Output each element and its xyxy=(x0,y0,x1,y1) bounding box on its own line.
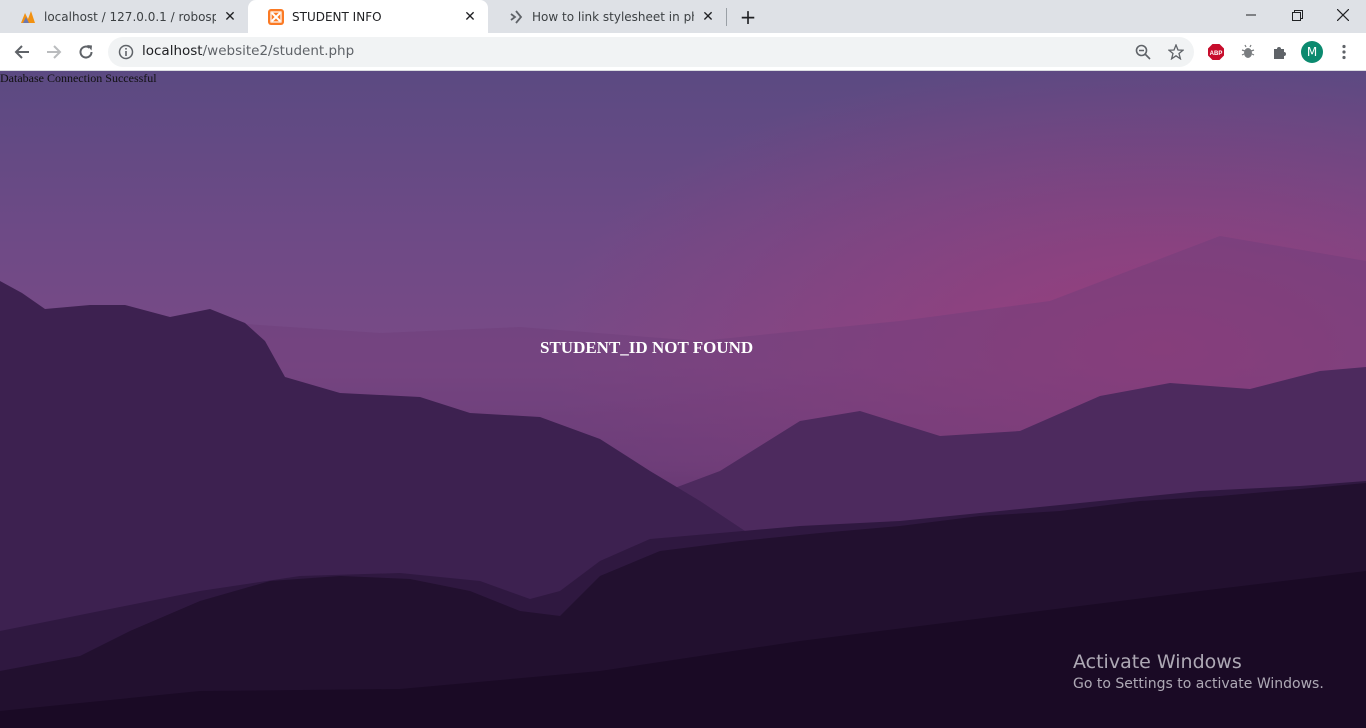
adblock-plus-icon[interactable]: ABP xyxy=(1206,42,1226,62)
tab-title: localhost / 127.0.0.1 / robospark xyxy=(44,9,216,24)
tab-stylesheet-question[interactable]: How to link stylesheet in php file ✕ xyxy=(488,0,726,33)
address-bar[interactable]: localhost/website2/student.php xyxy=(108,37,1194,67)
mountain-background-image xyxy=(0,71,1366,728)
browser-toolbar: localhost/website2/student.php ABP M xyxy=(0,33,1366,71)
xampp-icon xyxy=(268,8,284,25)
forward-button[interactable] xyxy=(40,38,68,66)
profile-avatar[interactable]: M xyxy=(1301,41,1323,63)
reload-button[interactable] xyxy=(72,38,100,66)
forward-arrow-icon xyxy=(47,45,62,59)
restore-icon xyxy=(1291,9,1303,21)
extensions-puzzle-icon[interactable] xyxy=(1270,42,1290,62)
activate-windows-watermark: Activate Windows Go to Settings to activ… xyxy=(1073,651,1324,692)
tab-title: STUDENT INFO xyxy=(292,9,382,24)
tab-title: How to link stylesheet in php file xyxy=(532,9,694,24)
db-connection-message: Database Connection Successful xyxy=(0,71,157,85)
close-icon xyxy=(1337,9,1349,21)
status-message: STUDENT_ID NOT FOUND xyxy=(540,338,754,357)
svg-text:ABP: ABP xyxy=(1210,51,1223,57)
tab-divider xyxy=(726,8,727,26)
phpmyadmin-icon xyxy=(20,9,36,25)
watermark-subtitle: Go to Settings to activate Windows. xyxy=(1073,676,1324,692)
more-menu-icon[interactable] xyxy=(1334,42,1354,62)
restore-button[interactable] xyxy=(1274,0,1320,30)
close-tab-icon[interactable]: ✕ xyxy=(700,9,716,25)
url-text[interactable]: localhost/website2/student.php xyxy=(142,43,354,59)
close-tab-icon[interactable]: ✕ xyxy=(222,9,238,25)
bookmark-star-icon[interactable] xyxy=(1166,42,1186,62)
stackshare-icon xyxy=(508,9,524,25)
back-arrow-icon xyxy=(14,45,29,59)
url-path: /website2/student.php xyxy=(202,43,355,59)
minimize-icon xyxy=(1246,14,1256,16)
watermark-title: Activate Windows xyxy=(1073,651,1242,673)
close-tab-icon[interactable]: ✕ xyxy=(462,9,478,25)
minimize-button[interactable] xyxy=(1228,0,1274,30)
bug-extension-icon[interactable] xyxy=(1238,42,1258,62)
tab-phpmyadmin[interactable]: localhost / 127.0.0.1 / robospark ✕ xyxy=(0,0,248,33)
new-tab-button[interactable]: + xyxy=(736,5,760,29)
back-button[interactable] xyxy=(8,38,36,66)
close-window-button[interactable] xyxy=(1320,0,1366,30)
tab-strip: localhost / 127.0.0.1 / robospark ✕ STUD… xyxy=(0,0,1366,33)
page-viewport: Database Connection Successful STUDENT_I… xyxy=(0,71,1366,728)
reload-icon xyxy=(79,45,93,59)
zoom-icon[interactable] xyxy=(1133,42,1153,62)
url-host: localhost xyxy=(142,43,203,59)
site-info-icon[interactable] xyxy=(118,44,134,60)
tab-student-info[interactable]: STUDENT INFO ✕ xyxy=(248,0,488,33)
